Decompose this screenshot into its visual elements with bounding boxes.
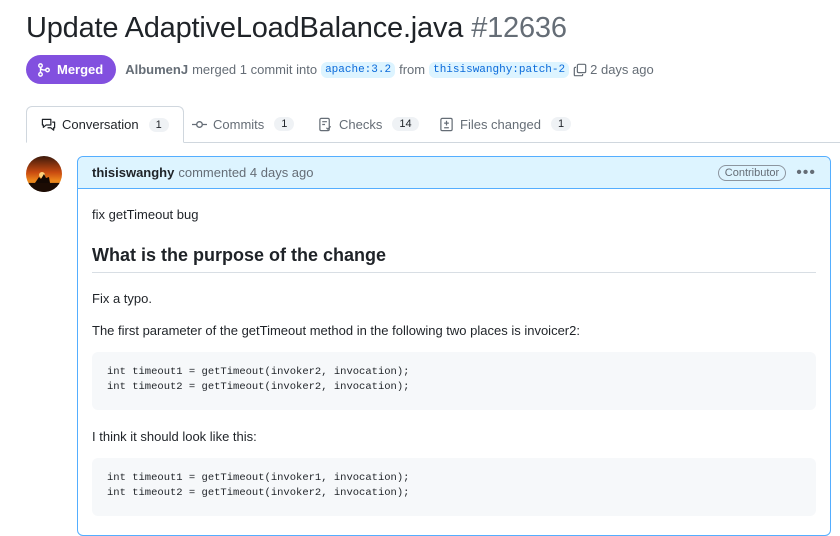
- tab-checks-label: Checks: [339, 116, 383, 132]
- commit-icon: [192, 120, 207, 128]
- comment-box: thisiswanghy commented 4 days ago Contri…: [77, 156, 831, 536]
- checks-icon: [319, 117, 332, 131]
- contributor-badge: Contributor: [717, 164, 787, 181]
- tab-checks-count: 14: [392, 117, 419, 131]
- copy-icon[interactable]: [573, 63, 587, 77]
- merge-text: merged 1 commit into: [192, 62, 318, 77]
- tab-files-changed-count: 1: [550, 117, 572, 131]
- tab-files-changed[interactable]: Files changed 1: [439, 106, 572, 142]
- pr-title: Update AdaptiveLoadBalance.java #12636: [26, 12, 567, 45]
- avatar[interactable]: [26, 156, 62, 192]
- merge-icon: [38, 62, 50, 77]
- merge-author-link[interactable]: AlbumenJ: [125, 62, 188, 77]
- comment-paragraph-3: I think it should look like this:: [92, 429, 257, 444]
- comment-author-link[interactable]: thisiswanghy: [92, 165, 174, 180]
- code-block-2: int timeout1 = getTimeout(invoker1, invo…: [92, 458, 816, 516]
- tab-commits-count: 1: [274, 117, 295, 131]
- kebab-menu-icon[interactable]: •••: [796, 164, 816, 182]
- merged-badge: Merged: [26, 55, 117, 84]
- comment-paragraph-1: Fix a typo.: [92, 291, 152, 306]
- pr-title-text: Update AdaptiveLoadBalance.java: [26, 12, 464, 44]
- merge-time: 2 days ago: [590, 62, 654, 77]
- code-block-1: int timeout1 = getTimeout(invoker2, invo…: [92, 352, 816, 410]
- base-branch-link[interactable]: apache:3.2: [321, 61, 396, 78]
- tab-checks[interactable]: Checks 14: [318, 106, 419, 142]
- tab-conversation[interactable]: Conversation 1: [26, 106, 184, 143]
- tab-commits[interactable]: Commits 1: [192, 106, 295, 142]
- head-branch-link[interactable]: thisiswanghy:patch-2: [429, 61, 570, 78]
- from-text: from: [399, 62, 426, 77]
- diff-icon: [440, 117, 453, 131]
- comment-intro: fix getTimeout bug: [92, 207, 199, 222]
- pr-meta: Merged AlbumenJ merged 1 commit into apa…: [26, 55, 654, 84]
- pr-number: #12636: [471, 12, 567, 44]
- merged-badge-label: Merged: [57, 62, 104, 77]
- comment-header: thisiswanghy commented 4 days ago Contri…: [78, 157, 830, 189]
- comment-timestamp[interactable]: commented 4 days ago: [178, 165, 313, 180]
- comment-heading: What is the purpose of the change: [92, 245, 816, 273]
- conversation-icon: [41, 118, 56, 131]
- tab-files-changed-label: Files changed: [460, 116, 541, 132]
- tab-conversation-label: Conversation: [62, 117, 139, 132]
- tab-commits-label: Commits: [213, 116, 265, 132]
- comment-paragraph-2: The first parameter of the getTimeout me…: [92, 323, 580, 338]
- tab-conversation-count: 1: [148, 117, 169, 132]
- pr-tabs: Conversation 1 Commits 1 Checks 14 Files…: [26, 106, 840, 143]
